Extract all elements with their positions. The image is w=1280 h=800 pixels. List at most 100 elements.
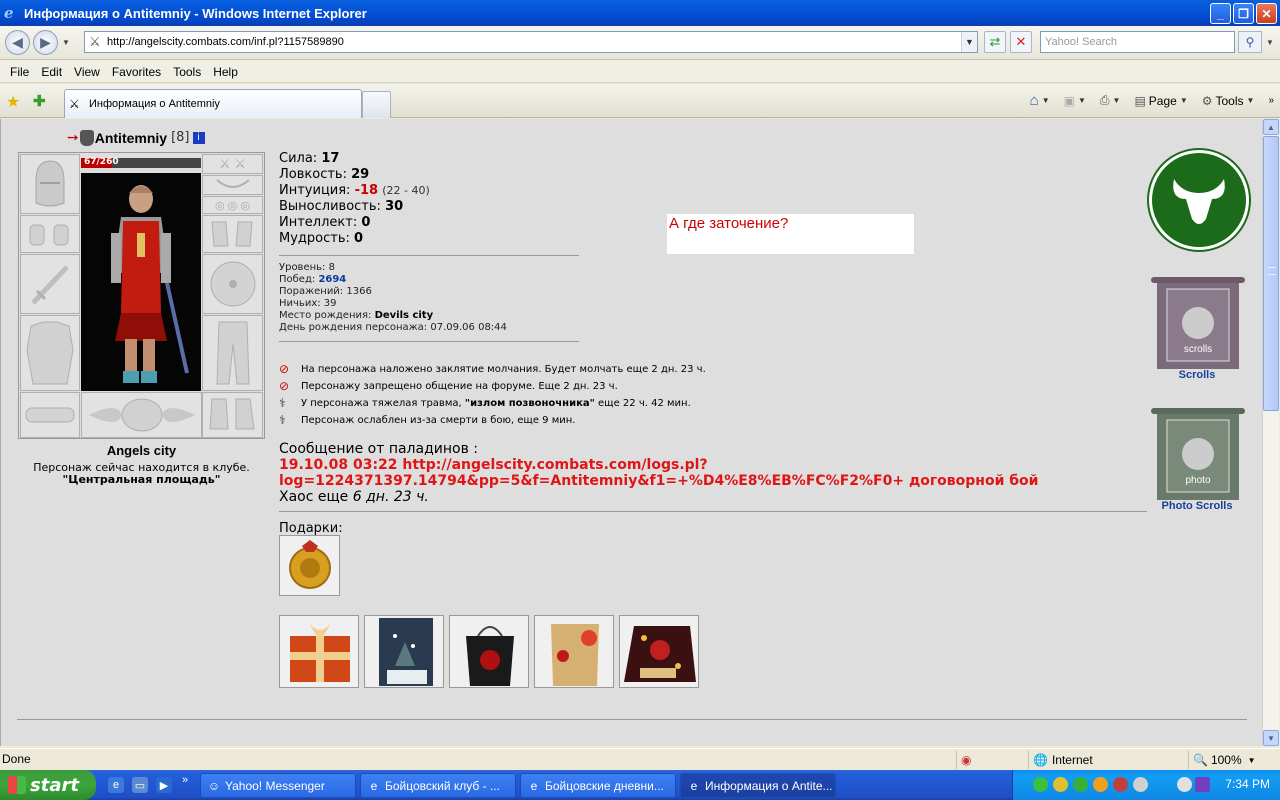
search-button[interactable]: ⚲ xyxy=(1238,31,1262,53)
gift-item[interactable] xyxy=(534,615,614,688)
menu-favorites[interactable]: Favorites xyxy=(106,65,167,79)
tray-app-icon[interactable] xyxy=(1053,777,1068,792)
gift-item[interactable] xyxy=(449,615,529,688)
quicklaunch-more-icon[interactable]: » xyxy=(182,774,188,786)
menu-edit[interactable]: Edit xyxy=(35,65,68,79)
scroll-up-button[interactable]: ▲ xyxy=(1263,119,1279,135)
sword-icon xyxy=(31,265,69,305)
home-button[interactable]: ⌂ ▼ xyxy=(1030,92,1050,109)
back-button[interactable]: ◀ xyxy=(5,30,30,55)
stop-button[interactable]: ✕ xyxy=(1010,31,1032,53)
helmet-slot[interactable] xyxy=(20,154,80,214)
belt-slot[interactable] xyxy=(20,392,80,438)
menu-view[interactable]: View xyxy=(68,65,106,79)
stat-endurance: 30 xyxy=(385,199,404,214)
photo-scrolls-banner[interactable]: photo xyxy=(1149,406,1247,504)
weapon-crossed-slot[interactable]: ⚔ ⚔ xyxy=(202,154,263,174)
menu-file[interactable]: File xyxy=(4,65,35,79)
wifi-icon[interactable] xyxy=(1177,777,1192,792)
tray-app-icon[interactable] xyxy=(1133,777,1148,792)
gloves-slot[interactable] xyxy=(202,215,263,253)
gift-item[interactable] xyxy=(279,535,340,596)
zone-text: Internet xyxy=(1051,753,1093,767)
trauma-icon: ⚕ xyxy=(279,396,286,410)
tray-app-icon[interactable] xyxy=(1033,777,1048,792)
arrow-icon: ➙ xyxy=(67,129,79,145)
gloves-icon xyxy=(210,221,253,247)
armor-icon xyxy=(26,321,74,385)
task-fight-club[interactable]: e Бойцовский клуб - ... xyxy=(360,773,516,798)
address-dropdown-icon[interactable]: ▼ xyxy=(961,32,977,52)
add-favorite-icon[interactable]: ✚ xyxy=(33,92,46,110)
tray-app-icon[interactable] xyxy=(1093,777,1108,792)
favorites-star-icon[interactable]: ★ xyxy=(6,92,20,112)
bracers-slot[interactable] xyxy=(20,215,80,253)
feeds-button[interactable]: ▣ ▼ xyxy=(1064,94,1086,108)
tray-app-icon[interactable] xyxy=(1073,777,1088,792)
tab-active[interactable]: ⚔ Информация о Antitemniy xyxy=(64,89,362,118)
stat-intellect: 0 xyxy=(361,215,371,230)
stat-intuition: -18 xyxy=(354,183,379,198)
armor-slot[interactable] xyxy=(20,315,80,391)
print-button[interactable]: ⎙ ▼ xyxy=(1100,93,1121,108)
address-input[interactable]: ⚔ http://angelscity.combats.com/inf.pl?1… xyxy=(84,31,978,53)
scroll-down-button[interactable]: ▼ xyxy=(1263,730,1279,746)
forward-button[interactable]: ▶ xyxy=(33,30,58,55)
photo-scrolls-link[interactable]: Photo Scrolls xyxy=(1147,500,1247,512)
character-avatar xyxy=(81,173,201,391)
scroll-thumb[interactable] xyxy=(1263,136,1279,411)
rings-slot[interactable]: ◎ ◎ ◎ xyxy=(202,196,263,214)
quicklaunch-desktop-icon[interactable]: ▭ xyxy=(132,777,148,793)
weapon-slot[interactable] xyxy=(20,254,80,314)
menu-help[interactable]: Help xyxy=(207,65,244,79)
effect-trauma: ⚕ У персонажа тяжелая травма, "излом поз… xyxy=(279,395,706,412)
info-icon[interactable]: i xyxy=(192,131,205,144)
necklace-slot[interactable] xyxy=(202,175,263,195)
maximize-button[interactable]: ❐ xyxy=(1233,3,1254,24)
minimize-button[interactable]: _ xyxy=(1210,3,1231,24)
yahoo-messenger-icon: ☺ xyxy=(207,779,221,793)
tray-app-icon[interactable] xyxy=(1113,777,1128,792)
menu-tools[interactable]: Tools xyxy=(167,65,207,79)
search-input[interactable]: Yahoo! Search xyxy=(1040,31,1235,53)
quicklaunch-media-icon[interactable]: ▶ xyxy=(156,777,172,793)
question-box: А где заточение? xyxy=(667,214,914,254)
close-button[interactable]: ✕ xyxy=(1256,3,1277,24)
boots-slot[interactable] xyxy=(202,392,263,438)
start-button[interactable]: start xyxy=(0,770,96,800)
gifts-title: Подарки: xyxy=(279,521,343,536)
quicklaunch-ie-icon[interactable]: e xyxy=(108,777,124,793)
task-label: Бойцовские дневни... xyxy=(545,778,664,793)
scrolls-link[interactable]: Scrolls xyxy=(1147,369,1247,381)
leggings-slot[interactable] xyxy=(202,315,263,391)
tray-app-icon[interactable] xyxy=(1195,777,1210,792)
protected-mode-icon[interactable]: ◉ xyxy=(956,751,978,769)
task-character-info[interactable]: e Информация о Antite... xyxy=(680,773,836,798)
shield-slot[interactable] xyxy=(202,254,263,314)
print-icon: ⎙ xyxy=(1099,93,1110,107)
paladin-message[interactable]: 19.10.08 03:22 http://angelscity.combats… xyxy=(279,457,1129,489)
command-bar: ⌂ ▼ ▣ ▼ ⎙ ▼ ▤ Page ▼ ⚙ Tools ▼ » xyxy=(1030,92,1274,109)
refresh-button[interactable]: ⇄ xyxy=(984,31,1006,53)
gift-item[interactable] xyxy=(619,615,699,688)
search-options-icon[interactable]: ▼ xyxy=(1266,38,1274,47)
page-menu[interactable]: ▤ Page ▼ xyxy=(1134,94,1187,108)
gift-item[interactable] xyxy=(364,615,444,688)
zoom-control[interactable]: 🔍 100% ▼ xyxy=(1188,751,1264,769)
vertical-scrollbar[interactable]: ▲ ▼ xyxy=(1262,119,1279,746)
combats-emblem-icon xyxy=(88,398,195,432)
history-dropdown-icon[interactable]: ▼ xyxy=(62,38,70,47)
tab-bar: ★ ✚ ⚔ Информация о Antitemniy ⌂ ▼ ▣ ▼ ⎙ ▼ ▤… xyxy=(0,84,1280,118)
task-fight-diaries[interactable]: e Бойцовские дневни... xyxy=(520,773,676,798)
chevron-more-icon[interactable]: » xyxy=(1268,95,1274,106)
task-yahoo-messenger[interactable]: ☺ Yahoo! Messenger xyxy=(200,773,356,798)
gift-item[interactable] xyxy=(279,615,359,688)
stat-label-wisdom: Мудрость: xyxy=(279,231,350,246)
new-tab-button[interactable] xyxy=(362,91,391,118)
wins-label: Побед: xyxy=(279,274,316,285)
tools-menu[interactable]: ⚙ Tools ▼ xyxy=(1202,94,1255,108)
ie-task-icon: e xyxy=(690,779,698,793)
system-tray: 7:34 PM xyxy=(1012,770,1280,800)
scrolls-banner[interactable]: scrolls xyxy=(1149,275,1247,373)
clan-emblem[interactable] xyxy=(1149,150,1249,250)
